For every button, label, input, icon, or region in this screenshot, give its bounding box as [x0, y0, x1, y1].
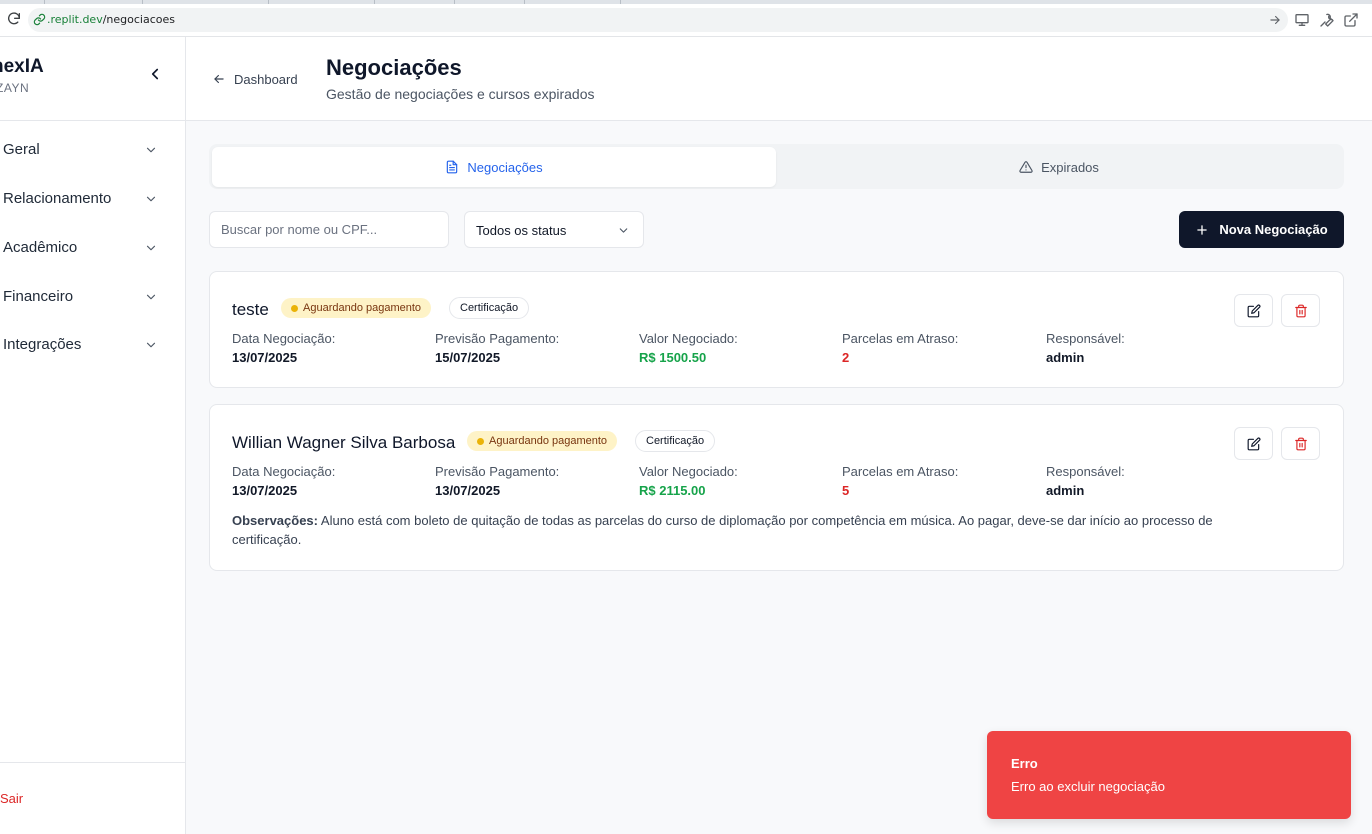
chevron-down-icon [146, 245, 156, 251]
url-field[interactable]: .replit.dev/negociacoes [28, 8, 1288, 32]
url-path: /negociacoes [102, 13, 175, 26]
overdue-label: Parcelas em Atraso: [842, 331, 959, 346]
sidebar-item-relacionamento[interactable]: Relacionamento [0, 182, 170, 218]
sidebar-item-label: Financeiro [3, 288, 74, 305]
chevron-down-icon [146, 342, 156, 348]
plus-icon [1197, 224, 1208, 235]
negotiation-name: Willian Wagner Silva Barbosa [232, 433, 456, 452]
delete-button[interactable] [1281, 427, 1320, 460]
date-value: 13/07/2025 [232, 350, 298, 365]
sidebar-item-integracoes[interactable]: Integrações [0, 328, 170, 364]
sidebar-item-financeiro[interactable]: Financeiro [0, 280, 170, 316]
sidebar-item-academico[interactable]: Acadêmico [0, 231, 170, 267]
chevron-down-icon [146, 147, 156, 153]
delete-button[interactable] [1281, 294, 1320, 327]
tab-negociacoes[interactable]: Negociações [212, 147, 776, 187]
trash-icon [1295, 437, 1307, 451]
negotiation-card: teste Aguardando pagamento Certificação … [209, 271, 1344, 388]
sidebar: nexIA ZAYN Geral Relacionamento Acadêmic… [0, 37, 186, 834]
arrow-right-icon[interactable] [1268, 13, 1282, 27]
error-toast[interactable]: Erro Erro ao excluir negociação [987, 731, 1351, 819]
link-icon [33, 13, 46, 26]
overdue-value: 5 [842, 483, 850, 498]
page-header: Dashboard Negociações Gestão de negociaç… [186, 37, 1372, 121]
notes-text: Observações: Aluno está com boleto de qu… [232, 511, 1232, 549]
edit-button[interactable] [1234, 427, 1273, 460]
browser-address-bar: .replit.dev/negociacoes [0, 4, 1372, 37]
forecast-value: 13/07/2025 [435, 483, 501, 498]
status-filter-value: Todos os status [476, 223, 567, 238]
status-filter-select[interactable]: Todos os status [464, 211, 644, 248]
owner-label: Responsável: [1046, 331, 1125, 346]
overdue-label: Parcelas em Atraso: [842, 464, 959, 479]
toast-message: Erro ao excluir negociação [1011, 779, 1165, 794]
page-subtitle: Gestão de negociações e cursos expirados [326, 86, 595, 102]
edit-icon [1247, 304, 1261, 318]
forecast-label: Previsão Pagamento: [435, 464, 560, 479]
brand-name: nexIA [0, 56, 44, 77]
trash-icon [1295, 304, 1307, 318]
overdue-value: 2 [842, 350, 850, 365]
page-title: Negociações [326, 55, 462, 80]
edit-button[interactable] [1234, 294, 1273, 327]
url-text: .replit.dev/negociacoes [47, 13, 175, 26]
amount-label: Valor Negociado: [639, 331, 738, 346]
sidebar-item-label: Acadêmico [3, 239, 78, 256]
tab-label: Negociações [467, 159, 543, 175]
new-negotiation-label: Nova Negociação [1219, 222, 1328, 237]
status-badge-label: Aguardando pagamento [303, 302, 422, 314]
chevron-down-icon [146, 196, 156, 202]
forecast-label: Previsão Pagamento: [435, 331, 560, 346]
new-negotiation-button[interactable]: Nova Negociação [1179, 211, 1344, 248]
sidebar-item-label: Relacionamento [3, 190, 112, 207]
status-badge: Aguardando pagamento [281, 298, 432, 318]
date-value: 13/07/2025 [232, 483, 298, 498]
divider [0, 762, 185, 763]
sidebar-item-label: Integrações [3, 336, 82, 353]
external-link-icon[interactable] [1343, 12, 1359, 28]
forecast-value: 15/07/2025 [435, 350, 501, 365]
notes-content: Aluno está com boleto de quitação de tod… [232, 513, 1213, 547]
back-link-label: Dashboard [234, 71, 298, 87]
owner-value: admin [1046, 483, 1085, 498]
back-to-dashboard-link[interactable]: Dashboard [212, 69, 298, 89]
wrench-icon[interactable] [1319, 12, 1335, 28]
negotiation-card: Willian Wagner Silva Barbosa Aguardando … [209, 404, 1344, 571]
file-text-icon [447, 160, 458, 174]
url-host: .replit.dev [47, 13, 103, 26]
arrow-left-icon [214, 74, 224, 84]
amount-value: R$ 1500.50 [639, 350, 707, 365]
reload-icon[interactable] [6, 11, 22, 27]
alert-triangle-icon [1019, 161, 1033, 173]
tab-list: Negociações Expirados [209, 144, 1344, 189]
tab-expirados[interactable]: Expirados [777, 147, 1341, 187]
type-badge: Certificação [635, 430, 716, 452]
amount-label: Valor Negociado: [639, 464, 738, 479]
status-dot [477, 437, 484, 445]
toast-title: Erro [1011, 756, 1038, 771]
collapse-sidebar-icon[interactable] [146, 65, 164, 83]
tab-label: Expirados [1041, 159, 1099, 175]
status-badge-label: Aguardando pagamento [489, 435, 608, 447]
negotiation-name: teste [232, 300, 269, 319]
logout-button[interactable]: Sair [0, 791, 23, 806]
status-badge: Aguardando pagamento [467, 431, 618, 451]
date-label: Data Negociação: [232, 464, 336, 479]
owner-label: Responsável: [1046, 464, 1125, 479]
sidebar-item-label: Geral [3, 141, 40, 158]
search-input[interactable] [209, 211, 449, 248]
type-badge: Certificação [449, 297, 530, 319]
notes-label: Observações: [232, 513, 318, 528]
date-label: Data Negociação: [232, 331, 336, 346]
sidebar-item-geral[interactable]: Geral [0, 133, 170, 169]
owner-value: admin [1046, 350, 1085, 365]
monitor-icon[interactable] [1294, 12, 1310, 28]
chevron-down-icon [619, 228, 628, 233]
status-dot [291, 304, 298, 312]
chevron-down-icon [146, 294, 156, 300]
amount-value: R$ 2115.00 [639, 483, 706, 498]
brand-subtitle: ZAYN [0, 81, 30, 95]
edit-icon [1247, 437, 1261, 451]
divider [0, 120, 185, 121]
